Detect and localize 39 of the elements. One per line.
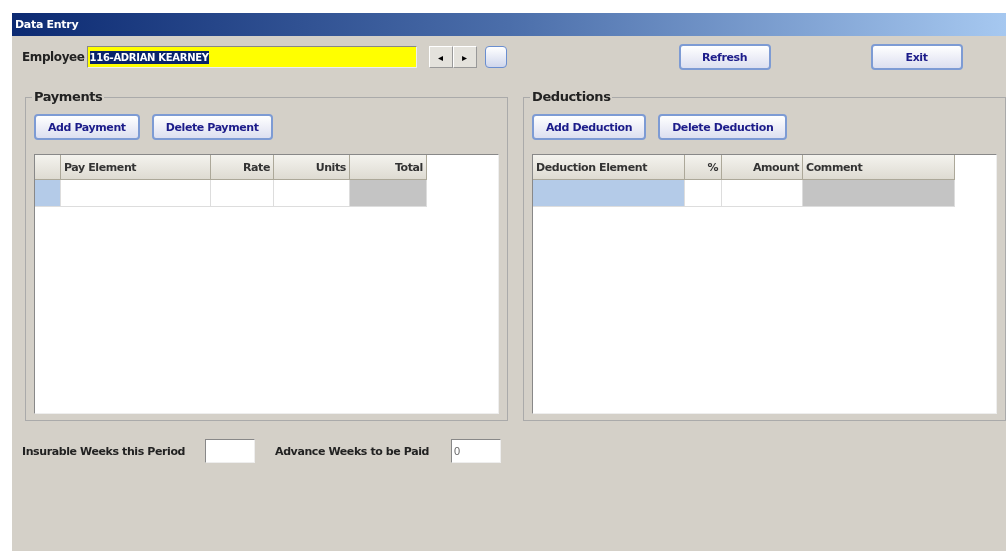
window-title: Data Entry [12,13,1006,36]
table-cell[interactable] [533,180,685,207]
employee-field[interactable]: 116-ADRIAN KEARNEY [86,46,417,68]
weeks-field[interactable]: 0 [451,439,502,463]
table-cell[interactable] [274,180,350,207]
group-title: Deductions [530,89,613,104]
column-header[interactable]: Units [274,155,350,180]
field-label: Advance Weeks to be Paid [275,444,430,458]
column-header[interactable]: Total [350,155,427,180]
field-label: Insurable Weeks this Period [22,444,186,458]
column-header[interactable]: Rate [211,155,274,180]
add-button[interactable]: Add Payment [34,114,140,140]
add-button[interactable]: Add Deduction [532,114,647,140]
column-header[interactable]: % [685,155,722,180]
group-title: Payments [32,89,105,104]
row-header-corner [35,155,61,180]
lookup-button[interactable] [484,46,507,68]
data-grid[interactable]: Pay Element Rate Units Total [34,154,499,414]
employee-label: Employee [22,50,85,64]
column-header[interactable]: Amount [722,155,803,180]
column-header[interactable]: Pay Element [61,155,211,180]
refresh-button[interactable]: Refresh [678,44,771,70]
weeks-field[interactable] [205,439,256,463]
column-header[interactable]: Deduction Element [533,155,685,180]
exit-button[interactable]: Exit [870,44,963,70]
delete-button[interactable]: Delete Payment [151,114,273,140]
delete-button[interactable]: Delete Deduction [658,114,788,140]
table-cell[interactable] [350,180,427,207]
data-grid[interactable]: Deduction Element % Amount Comment [532,154,997,414]
employee-value: 116-ADRIAN KEARNEY [89,50,209,64]
table-cell[interactable] [722,180,803,207]
column-header[interactable]: Comment [803,155,955,180]
table-cell[interactable] [685,180,722,207]
previous-button[interactable]: ◂ [428,46,453,68]
next-button[interactable]: ▸ [452,46,477,68]
table-cell[interactable] [61,180,211,207]
table-cell[interactable] [211,180,274,207]
table-cell[interactable] [803,180,955,207]
row-selector[interactable] [35,180,61,207]
